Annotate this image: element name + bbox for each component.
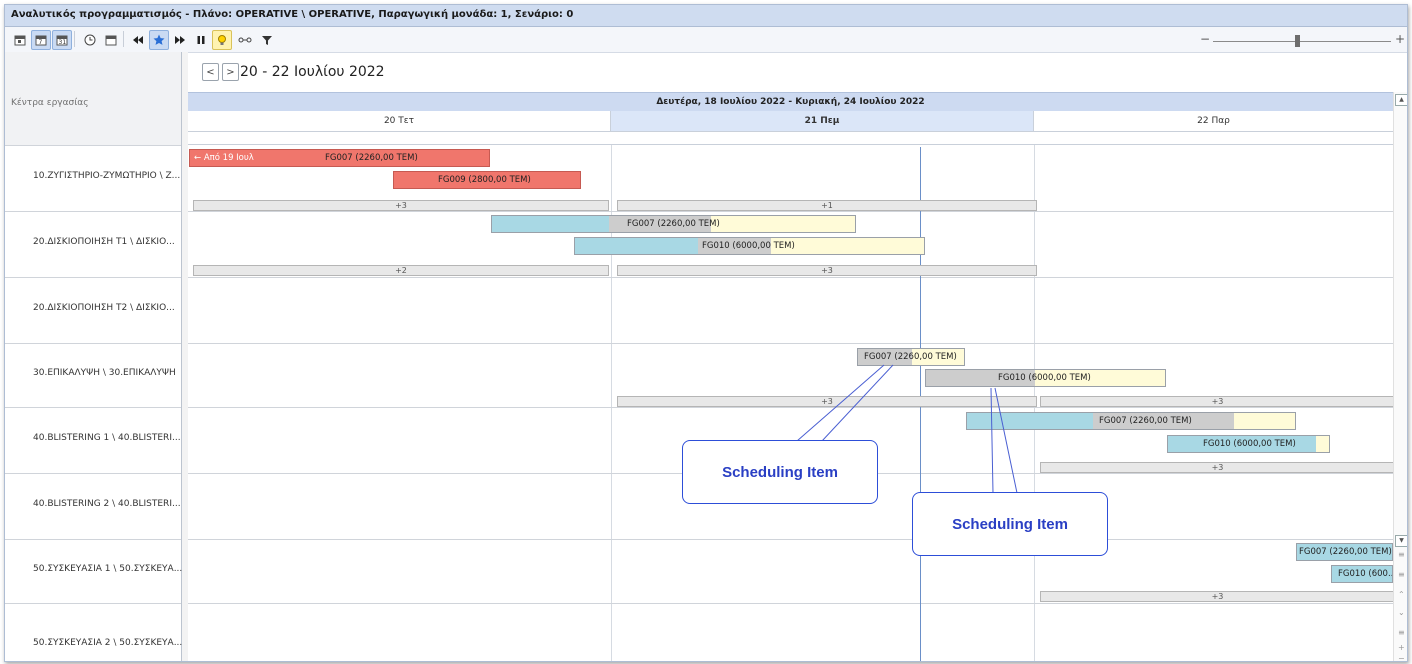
fast-forward-icon[interactable] [170, 30, 190, 50]
work-centers-panel: Κέντρα εργασίας 10.ΖΥΓΙΣΤΗΡΙΟ-ΖΥΜΩΤΗΡΙΟ … [5, 52, 182, 661]
svg-text:31: 31 [59, 39, 67, 46]
scheduling-item[interactable]: FG007 (2260,00 TEM) [966, 412, 1296, 430]
scheduling-item[interactable]: FG009 (2800,00 TEM) [393, 171, 581, 189]
more-items-button[interactable]: +3 [193, 200, 609, 211]
more-items-button[interactable]: +3 [617, 265, 1037, 276]
rewind-icon[interactable] [128, 30, 148, 50]
toolbar: 7 31 − + [5, 27, 1407, 53]
date-range-label: 20 - 22 Ιουλίου 2022 [240, 64, 385, 80]
zoom-in-button[interactable]: + [1395, 32, 1405, 46]
more-items-button[interactable]: +2 [193, 265, 609, 276]
item-label: FG007 (2260,00 TEM) [627, 219, 720, 229]
scheduling-item[interactable]: ← Από 19 Ιουλ FG007 (2260,00 TEM) [189, 149, 490, 167]
week-view-icon[interactable]: 7 [31, 30, 51, 50]
day-header-today[interactable]: 21 Πεμ [611, 111, 1034, 132]
item-label: FG010 (6000,00 TEM) [702, 241, 795, 251]
link-icon[interactable] [235, 30, 255, 50]
item-label: FG009 (2800,00 TEM) [438, 175, 531, 185]
next-button[interactable]: > [222, 63, 239, 81]
item-label: FG010 (600... [1338, 569, 1393, 579]
more-items-button[interactable]: +3 [1040, 462, 1395, 473]
clock-icon[interactable] [80, 30, 100, 50]
resource-row-label[interactable]: 10.ΖΥΓΙΣΤΗΡΙΟ-ΖΥΜΩΤΗΡΙΟ \ Ζ... [5, 145, 181, 212]
scheduling-item[interactable]: FG007 (2260,00 TEM) [857, 348, 965, 366]
resource-row-label[interactable]: 50.ΣΥΣΚΕΥΑΣΙΑ 2 \ 50.ΣΥΣΚΕΥΑ... [5, 603, 182, 661]
scheduling-item[interactable]: FG010 (6000,00 TEM) [1167, 435, 1330, 453]
day-header[interactable]: 20 Τετ [188, 111, 611, 132]
zoom-slider-thumb[interactable] [1295, 35, 1300, 47]
previous-button[interactable]: < [202, 63, 219, 81]
more-items-button[interactable]: +3 [1040, 396, 1395, 407]
zoom-out-button[interactable]: − [1200, 32, 1210, 46]
scheduling-item-callout: Scheduling Item [682, 440, 878, 504]
scheduler-window: Αναλυτικός προγραμματισμός - Πλάνο: OPER… [4, 4, 1408, 662]
scheduling-item[interactable]: FG007 (2260,00 TEM) [491, 215, 856, 233]
week-header: Δευτέρα, 18 Ιουλίου 2022 - Κυριακή, 24 Ι… [188, 92, 1393, 112]
continuation-label: ← Από 19 Ιουλ [194, 153, 254, 163]
scroll-up-icon[interactable]: ▲ [1395, 94, 1407, 106]
scheduling-item[interactable]: FG010 (6000,00 TEM) [574, 237, 925, 255]
scheduling-item-callout: Scheduling Item [912, 492, 1108, 556]
work-centers-header-label: Κέντρα εργασίας [11, 98, 89, 108]
star-icon[interactable] [149, 30, 169, 50]
item-label: FG007 (2260,00 TEM) [1299, 547, 1392, 557]
month-view-icon[interactable]: 31 [52, 30, 72, 50]
time-subheader [188, 132, 1393, 145]
resource-row-label[interactable]: 30.ΕΠΙΚΑΛΥΨΗ \ 30.ΕΠΙΚΑΛΥΨΗ [5, 343, 181, 408]
item-label: FG007 (2260,00 TEM) [325, 153, 418, 163]
item-label: FG010 (6000,00 TEM) [1203, 439, 1296, 449]
resource-row-label[interactable]: 40.BLISTERING 1 \ 40.BLISTERI... [5, 407, 181, 474]
svg-text:7: 7 [39, 39, 43, 46]
scheduling-item[interactable]: FG007 (2260,00 TEM) [1296, 543, 1393, 561]
filter-icon[interactable] [257, 30, 277, 50]
resource-row-label[interactable]: 20.ΔΙΣΚΙΟΠΟΙΗΣΗ Τ2 \ ΔΙΣΚΙΟ... [5, 277, 181, 344]
window-title: Αναλυτικός προγραμματισμός - Πλάνο: OPER… [11, 9, 574, 20]
date-navigator: < > 20 - 22 Ιουλίου 2022 [188, 52, 1407, 92]
more-items-button[interactable]: +3 [617, 396, 1037, 407]
day-view-icon[interactable] [10, 30, 30, 50]
scheduling-item[interactable]: FG010 (6000,00 TEM) [925, 369, 1166, 387]
resource-row-label[interactable]: 20.ΔΙΣΚΙΟΠΟΙΗΣΗ Τ1 \ ΔΙΣΚΙΟ... [5, 211, 181, 278]
title-bar: Αναλυτικός προγραμματισμός - Πλάνο: OPER… [5, 5, 1407, 27]
scheduling-item[interactable]: FG010 (600... [1331, 565, 1393, 583]
scroll-down-icon[interactable]: ▼ [1395, 535, 1407, 547]
zoom-slider-track[interactable] [1213, 41, 1391, 42]
work-centers-header: Κέντρα εργασίας [5, 52, 181, 146]
calendar-icon[interactable] [101, 30, 121, 50]
item-label: FG010 (6000,00 TEM) [998, 373, 1091, 383]
lightbulb-icon[interactable] [212, 30, 232, 50]
item-label: FG007 (2260,00 TEM) [1099, 416, 1192, 426]
day-header[interactable]: 22 Παρ [1034, 111, 1394, 132]
item-label: FG007 (2260,00 TEM) [864, 352, 957, 362]
more-items-button[interactable]: +1 [617, 200, 1037, 211]
scheduler-area: < > 20 - 22 Ιουλίου 2022 Δευτέρα, 18 Ιου… [188, 52, 1407, 661]
more-items-button[interactable]: +3 [1040, 591, 1395, 602]
resource-row-label[interactable]: 50.ΣΥΣΚΕΥΑΣΙΑ 1 \ 50.ΣΥΣΚΕΥΑ... [5, 539, 182, 604]
vertical-scrollbar[interactable]: ▲ ▼ ≡ ≡ ⌃ ⌄ ≡ + − [1393, 92, 1407, 661]
resource-row-label[interactable]: 40.BLISTERING 2 \ 40.BLISTERI... [5, 473, 181, 540]
pause-icon[interactable] [191, 30, 211, 50]
